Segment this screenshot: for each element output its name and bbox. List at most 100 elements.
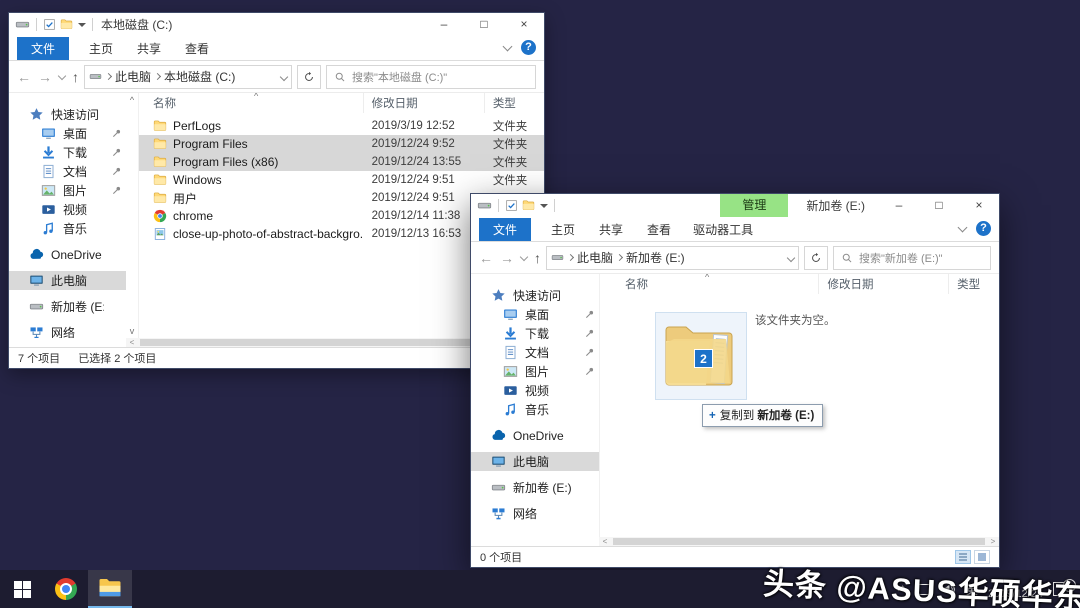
sidebar-item[interactable]: 视频 xyxy=(9,200,126,219)
contextual-tab-manage[interactable]: 管理 xyxy=(720,194,788,217)
sidebar-item[interactable]: 音乐 xyxy=(9,219,126,238)
sidebar-item[interactable]: 网络 xyxy=(471,504,599,523)
sidebar-item[interactable]: 下载 xyxy=(471,324,599,343)
file-row[interactable]: Program Files 2019/12/24 9:52 文件夹 xyxy=(139,135,544,153)
file-row[interactable]: Program Files (x86) 2019/12/24 13:55 文件夹 xyxy=(139,153,544,171)
sidebar-item[interactable]: OneDrive xyxy=(9,245,126,264)
empty-folder-message: 该文件夹为空。 xyxy=(755,312,836,328)
scroll-right-icon[interactable]: > xyxy=(987,537,999,546)
address-dropdown-icon[interactable] xyxy=(280,72,288,80)
addressbar: ← → ↑ 此电脑 新加卷 (E:) 搜索"新加卷 (E:)" xyxy=(471,242,999,274)
column-header-type[interactable]: 类型 xyxy=(949,274,999,294)
drag-preview: 2 xyxy=(655,312,747,400)
collapse-ribbon-icon[interactable] xyxy=(958,222,968,232)
close-button[interactable]: × xyxy=(504,13,544,36)
horizontal-scrollbar[interactable]: < > xyxy=(599,537,999,546)
breadcrumb[interactable]: 此电脑 新加卷 (E:) xyxy=(546,246,799,270)
tab-file[interactable]: 文件 xyxy=(479,218,531,241)
thumbnail-view-icon xyxy=(977,552,987,562)
up-button[interactable]: ↑ xyxy=(72,69,79,85)
breadcrumb-this-pc[interactable]: 此电脑 xyxy=(577,249,613,266)
properties-icon[interactable] xyxy=(505,199,518,212)
sidebar-item[interactable]: OneDrive xyxy=(471,426,599,445)
sidebar-item[interactable]: 视频 xyxy=(471,381,599,400)
tab-file[interactable]: 文件 xyxy=(17,37,69,60)
details-view-button[interactable] xyxy=(955,550,971,564)
sidebar-item[interactable]: 新加卷 (E:) xyxy=(9,297,126,316)
start-button[interactable] xyxy=(0,570,44,608)
sidebar-item[interactable]: 桌面 xyxy=(471,305,599,324)
maximize-button[interactable]: □ xyxy=(919,194,959,217)
recent-locations-icon[interactable] xyxy=(58,71,66,79)
sidebar-item[interactable]: 此电脑 xyxy=(9,271,126,290)
column-header-name[interactable]: 名称 xyxy=(600,274,819,294)
help-icon[interactable]: ? xyxy=(976,221,991,236)
sidebar-item[interactable]: 下载 xyxy=(9,143,126,162)
help-icon[interactable]: ? xyxy=(521,40,536,55)
sidebar-item[interactable]: 图片 xyxy=(471,362,599,381)
file-row[interactable]: PerfLogs 2019/3/19 12:52 文件夹 xyxy=(139,117,544,135)
sidebar-item[interactable]: 文档 xyxy=(9,162,126,181)
collapse-ribbon-icon[interactable] xyxy=(503,41,513,51)
sidebar-item[interactable]: 新加卷 (E:) xyxy=(471,478,599,497)
navpane-scrollbar[interactable]: ^v xyxy=(126,93,138,338)
sidebar-item[interactable]: 音乐 xyxy=(471,400,599,419)
column-header-date[interactable]: 修改日期 xyxy=(819,274,949,294)
refresh-button[interactable] xyxy=(804,246,828,270)
new-folder-icon[interactable] xyxy=(522,199,535,212)
explorer-window-new-volume-e[interactable]: 管理 新加卷 (E:) – □ × 文件 主页 共享 查看 驱动器工具 ? ← … xyxy=(470,193,1000,568)
tab-view[interactable]: 查看 xyxy=(173,37,221,60)
sidebar-item[interactable]: 网络 xyxy=(9,323,126,338)
breadcrumb-this-pc[interactable]: 此电脑 xyxy=(115,68,151,85)
breadcrumb-local-disk[interactable]: 本地磁盘 (C:) xyxy=(164,68,235,85)
sidebar-item-icon xyxy=(41,183,56,198)
breadcrumb-new-volume[interactable]: 新加卷 (E:) xyxy=(626,249,685,266)
new-folder-icon[interactable] xyxy=(60,18,73,31)
titlebar[interactable]: 管理 新加卷 (E:) – □ × xyxy=(471,194,999,217)
taskbar-explorer-button[interactable] xyxy=(88,570,132,608)
file-icon xyxy=(153,155,167,169)
scroll-left-icon[interactable]: < xyxy=(599,537,611,546)
scroll-left-icon[interactable]: < xyxy=(126,338,138,347)
minimize-button[interactable]: – xyxy=(424,13,464,36)
tab-home[interactable]: 主页 xyxy=(539,218,587,241)
column-header-type[interactable]: 类型 xyxy=(485,93,544,113)
qat-customize-icon[interactable] xyxy=(78,23,86,27)
forward-button[interactable]: → xyxy=(38,69,52,85)
sidebar-item[interactable]: 快速访问 xyxy=(471,286,599,305)
back-button[interactable]: ← xyxy=(17,69,31,85)
address-dropdown-icon[interactable] xyxy=(787,253,795,261)
tab-share[interactable]: 共享 xyxy=(125,37,173,60)
sidebar-item-icon xyxy=(491,454,506,469)
search-input[interactable]: 搜索"新加卷 (E:)" xyxy=(833,246,991,270)
tab-drive-tools[interactable]: 驱动器工具 xyxy=(683,218,763,241)
explorer-window-local-disk-c[interactable]: 本地磁盘 (C:) – □ × 文件 主页 共享 查看 ? ← → ↑ 此电脑 … xyxy=(8,12,545,369)
close-button[interactable]: × xyxy=(959,194,999,217)
up-button[interactable]: ↑ xyxy=(534,250,541,266)
sidebar-item[interactable]: 图片 xyxy=(9,181,126,200)
breadcrumb[interactable]: 此电脑 本地磁盘 (C:) xyxy=(84,65,292,89)
back-button[interactable]: ← xyxy=(479,250,493,266)
sidebar-item[interactable]: 快速访问 xyxy=(9,105,126,124)
thumbnail-view-button[interactable] xyxy=(974,550,990,564)
qat-customize-icon[interactable] xyxy=(540,204,548,208)
forward-button[interactable]: → xyxy=(500,250,514,266)
sidebar-item[interactable]: 文档 xyxy=(471,343,599,362)
sidebar-item[interactable]: 此电脑 xyxy=(471,452,599,471)
tab-share[interactable]: 共享 xyxy=(587,218,635,241)
refresh-button[interactable] xyxy=(297,65,321,89)
column-header-date[interactable]: 修改日期 xyxy=(364,93,485,113)
search-icon xyxy=(334,71,346,83)
search-input[interactable]: 搜索"本地磁盘 (C:)" xyxy=(326,65,536,89)
sidebar-item[interactable]: 桌面 xyxy=(9,124,126,143)
file-row[interactable]: Windows 2019/12/24 9:51 文件夹 xyxy=(139,171,544,189)
tab-home[interactable]: 主页 xyxy=(77,37,125,60)
maximize-button[interactable]: □ xyxy=(464,13,504,36)
minimize-button[interactable]: – xyxy=(879,194,919,217)
taskbar-chrome-button[interactable] xyxy=(44,570,88,608)
recent-locations-icon[interactable] xyxy=(520,252,528,260)
column-header-name[interactable]: 名称 xyxy=(139,93,364,113)
titlebar[interactable]: 本地磁盘 (C:) – □ × xyxy=(9,13,544,36)
tab-view[interactable]: 查看 xyxy=(635,218,683,241)
properties-icon[interactable] xyxy=(43,18,56,31)
